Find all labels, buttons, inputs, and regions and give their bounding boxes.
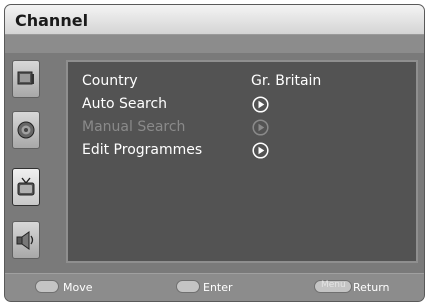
footer-hints: Move Enter Menu Return (5, 273, 424, 301)
enter-hint: Enter (203, 281, 233, 294)
sound-icon (17, 121, 35, 139)
country-value: Gr. Britain (251, 73, 322, 89)
play-circle-icon (252, 119, 269, 136)
menu-item-auto-search[interactable]: Auto Search (82, 94, 402, 116)
move-key-icon (35, 280, 59, 293)
header-band (5, 35, 424, 53)
channel-menu-window: Channel Country Gr. Britain Auto Search … (4, 4, 425, 302)
sidebar (12, 60, 40, 263)
play-circle-icon[interactable] (252, 96, 269, 113)
menu-panel: Country Gr. Britain Auto Search Manual S… (66, 60, 418, 263)
sidebar-item-picture[interactable] (12, 60, 40, 98)
enter-key-icon (176, 280, 200, 293)
menu-item-label: Auto Search (82, 96, 168, 112)
menu-item-manual-search: Manual Search (82, 117, 402, 139)
channel-tv-icon (17, 177, 35, 196)
menu-item-country[interactable]: Country Gr. Britain (82, 71, 402, 93)
picture-icon (17, 71, 34, 85)
menu-key-label: Menu (321, 280, 346, 290)
move-hint: Move (63, 281, 93, 294)
window-title: Channel (15, 11, 89, 30)
sidebar-item-channel[interactable] (12, 168, 40, 206)
return-hint: Return (353, 281, 390, 294)
setup-icon (16, 231, 34, 250)
title-bar: Channel (5, 5, 424, 35)
sidebar-item-setup[interactable] (12, 221, 40, 259)
menu-item-label: Country (82, 73, 138, 89)
menu-item-edit-programmes[interactable]: Edit Programmes (82, 140, 402, 162)
menu-item-label: Edit Programmes (82, 142, 203, 158)
menu-item-label: Manual Search (82, 119, 186, 135)
menu-key-icon: Menu (314, 280, 352, 293)
sidebar-item-sound[interactable] (12, 111, 40, 149)
play-circle-icon[interactable] (252, 142, 269, 159)
